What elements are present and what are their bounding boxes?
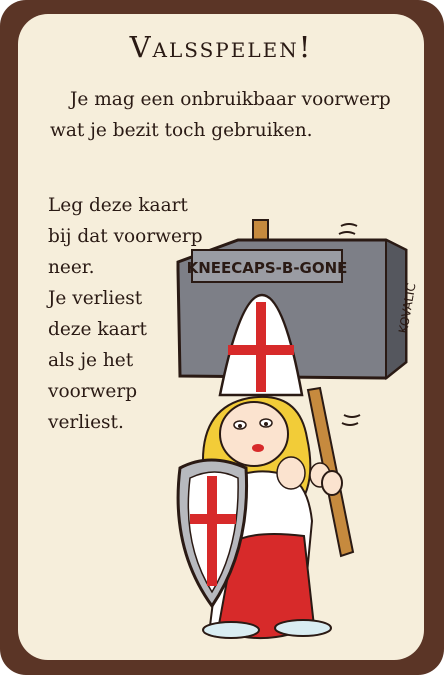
rule-line: neer. <box>48 257 95 278</box>
rule-line: Je verliest <box>48 288 143 309</box>
hammer-label: KNEECAPS-B-GONE <box>187 259 348 277</box>
card-intro-text: Je mag een onbruikbaar voorwerp wat je b… <box>50 89 391 141</box>
card-title: Valsspelen! <box>129 30 313 64</box>
card-face[interactable]: Valsspelen! Je mag een onbruikbaar voorw… <box>18 14 424 660</box>
face-icon <box>219 401 289 467</box>
rule-line: voorwerp <box>48 381 138 402</box>
cartoon-illustration: KNEECAPS-B-GONE <box>176 219 408 640</box>
card-border: Valsspelen! Je mag een onbruikbaar voorw… <box>0 0 444 675</box>
rule-line: verliest. <box>48 412 124 433</box>
rule-line: deze kaart <box>48 319 147 340</box>
rule-line: als je het <box>48 350 134 371</box>
